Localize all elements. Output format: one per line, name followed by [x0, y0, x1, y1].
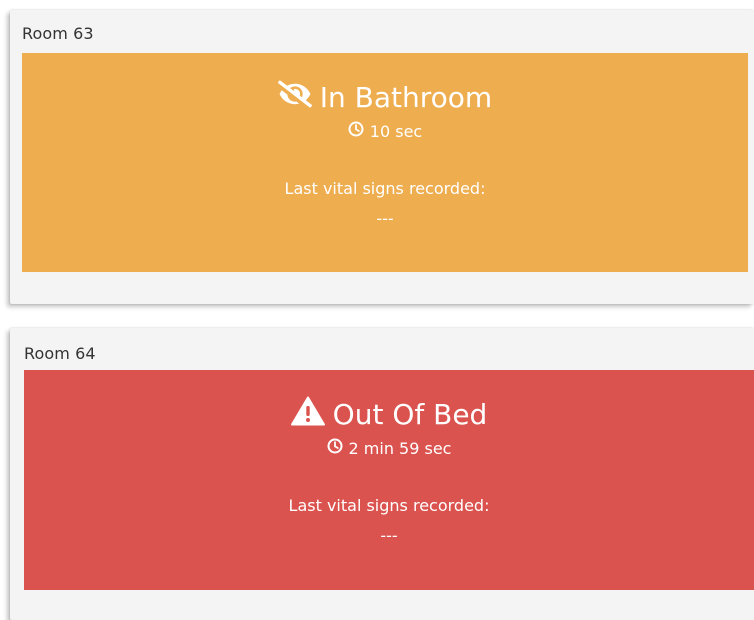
status-panel-bathroom[interactable]: In Bathroom 10 sec Last vital signs reco…: [22, 53, 748, 272]
clock-icon: [348, 121, 364, 141]
status-panel-out-of-bed[interactable]: Out Of Bed 2 min 59 sec Last vital signs…: [24, 370, 754, 590]
eye-slash-icon: [277, 79, 312, 116]
vitals-value: ---: [380, 526, 398, 545]
room-card-63[interactable]: Room 63 In Bathroom 10 sec Last vital si…: [10, 10, 754, 304]
room-label: Room 63: [22, 24, 94, 43]
timer: 2 min 59 sec: [24, 438, 754, 458]
timer: 10 sec: [22, 121, 748, 141]
room-label: Room 64: [24, 344, 96, 363]
clock-icon: [327, 438, 343, 458]
vitals-label: Last vital signs recorded:: [284, 179, 486, 198]
status-title: In Bathroom: [22, 79, 748, 116]
vitals-value: ---: [376, 209, 394, 228]
room-card-64[interactable]: Room 64 Out Of Bed 2 min 59 sec Last vit…: [10, 328, 754, 620]
vitals-label: Last vital signs recorded:: [288, 496, 490, 515]
warning-triangle-icon: [290, 396, 325, 433]
status-text: In Bathroom: [319, 81, 493, 114]
timer-text: 10 sec: [369, 121, 423, 141]
status-title: Out Of Bed: [24, 396, 754, 433]
status-text: Out Of Bed: [332, 398, 488, 431]
timer-text: 2 min 59 sec: [348, 438, 452, 458]
